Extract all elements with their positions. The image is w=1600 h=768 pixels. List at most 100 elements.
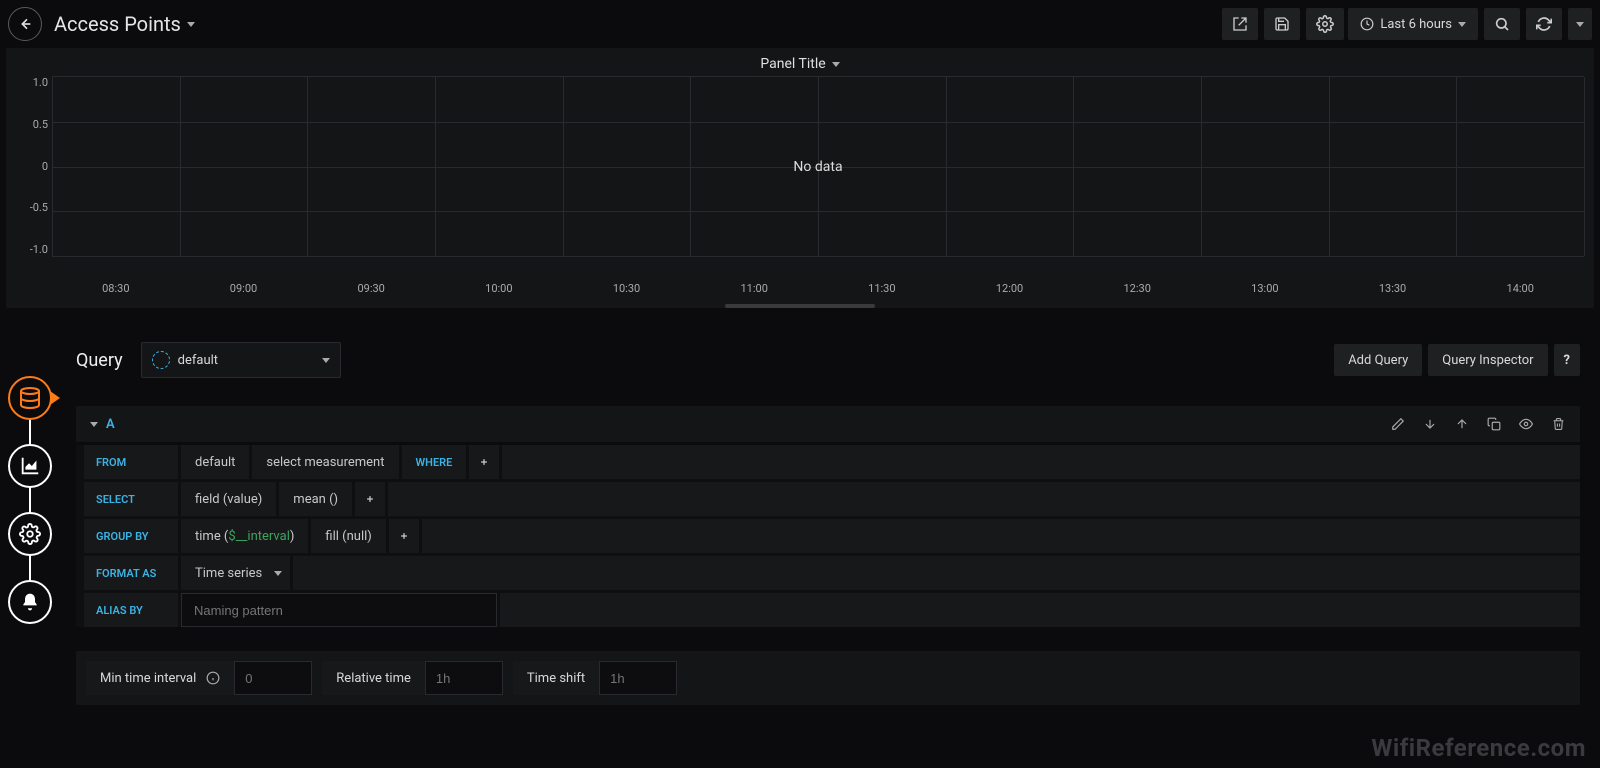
x-tick: 10:00	[435, 282, 563, 295]
duplicate-query-button[interactable]	[1486, 416, 1502, 432]
plus-icon	[399, 531, 409, 541]
page-header: Access Points Last 6 hours	[0, 0, 1600, 48]
pencil-icon	[1391, 417, 1405, 431]
edit-query-button[interactable]	[1390, 416, 1406, 432]
refresh-icon	[1536, 16, 1552, 32]
add-groupby-button[interactable]	[389, 519, 419, 553]
x-tick: 10:30	[563, 282, 691, 295]
add-where-button[interactable]	[469, 445, 499, 479]
alias-label: ALIAS BY	[84, 593, 178, 627]
row-fill	[500, 593, 1580, 627]
time-var: $__interval	[228, 529, 289, 544]
datasource-name: default	[178, 353, 218, 368]
refresh-interval-button[interactable]	[1568, 8, 1592, 40]
chevron-down-icon	[322, 358, 330, 363]
x-tick: 11:30	[818, 282, 946, 295]
relative-time-input[interactable]	[425, 661, 503, 695]
time-range-picker[interactable]: Last 6 hours	[1348, 8, 1478, 40]
save-button[interactable]	[1264, 8, 1300, 40]
database-icon	[18, 386, 42, 410]
zoom-button[interactable]	[1484, 8, 1520, 40]
select-field-chip[interactable]: field (value)	[181, 482, 276, 516]
no-data-label: No data	[793, 159, 842, 175]
clock-icon	[1360, 17, 1374, 31]
share-button[interactable]	[1222, 8, 1258, 40]
move-up-button[interactable]	[1454, 416, 1470, 432]
arrow-down-icon	[1423, 417, 1437, 431]
format-select[interactable]: Time series	[181, 556, 290, 590]
add-select-button[interactable]	[355, 482, 385, 516]
x-tick: 09:00	[180, 282, 308, 295]
panel-title[interactable]: Panel Title	[16, 56, 1584, 72]
eye-icon	[1518, 417, 1534, 431]
query-row-header: A	[76, 406, 1580, 442]
groupby-fill-chip[interactable]: fill (null)	[311, 519, 385, 553]
trash-icon	[1552, 417, 1565, 431]
query-inspector-button[interactable]: Query Inspector	[1428, 344, 1547, 376]
bell-icon	[20, 592, 40, 612]
alias-input[interactable]	[181, 593, 497, 627]
chart-icon	[19, 455, 41, 477]
time-prefix: time (	[195, 529, 228, 544]
x-tick: 11:00	[690, 282, 818, 295]
from-policy-chip[interactable]: default	[181, 445, 249, 479]
select-mean-chip[interactable]: mean ()	[279, 482, 352, 516]
y-tick: -0.5	[16, 201, 48, 214]
query-editor: Query default Add Query Query Inspector …	[76, 342, 1580, 705]
add-query-button[interactable]: Add Query	[1334, 344, 1422, 376]
min-interval-label: Min time interval	[86, 661, 234, 695]
from-measurement-chip[interactable]: select measurement	[252, 445, 398, 479]
min-interval-text: Min time interval	[100, 671, 196, 686]
select-label: SELECT	[84, 482, 178, 516]
chart-panel: Panel Title 1.0 0.5 0 -0.5 -1.0	[6, 48, 1594, 308]
x-tick: 09:30	[307, 282, 435, 295]
collapse-icon[interactable]	[90, 422, 98, 427]
query-help-button[interactable]: ?	[1554, 344, 1580, 376]
copy-icon	[1487, 417, 1501, 431]
settings-button[interactable]	[1306, 8, 1344, 40]
x-tick: 14:00	[1456, 282, 1584, 295]
back-button[interactable]	[8, 7, 42, 41]
tab-visualization[interactable]	[8, 444, 52, 488]
plus-icon	[479, 457, 489, 467]
datasource-select[interactable]: default	[141, 342, 341, 378]
info-icon[interactable]	[206, 671, 220, 685]
format-label: FORMAT AS	[84, 556, 178, 590]
query-letter[interactable]: A	[106, 417, 115, 432]
row-fill	[422, 519, 1580, 553]
x-tick: 08:30	[52, 282, 180, 295]
time-shift-input[interactable]	[599, 661, 677, 695]
query-clauses: FROM default select measurement WHERE SE…	[76, 445, 1580, 627]
chart-grid[interactable]: No data	[52, 76, 1584, 256]
x-tick: 12:00	[946, 282, 1074, 295]
chart-area: 1.0 0.5 0 -0.5 -1.0 No data	[16, 76, 1584, 276]
groupby-time-chip[interactable]: time ($__interval)	[181, 519, 308, 553]
time-shift-label: Time shift	[513, 661, 599, 695]
where-label[interactable]: WHERE	[402, 445, 467, 479]
datasource-icon	[152, 351, 170, 369]
refresh-button[interactable]	[1526, 8, 1562, 40]
tab-general[interactable]	[8, 512, 52, 556]
relative-time-label: Relative time	[322, 661, 425, 695]
toggle-query-button[interactable]	[1518, 416, 1534, 432]
chevron-down-icon	[1576, 22, 1584, 27]
arrow-up-icon	[1455, 417, 1469, 431]
tab-queries[interactable]	[8, 376, 52, 420]
move-down-button[interactable]	[1422, 416, 1438, 432]
format-value: Time series	[195, 566, 262, 581]
query-section-title: Query	[76, 350, 123, 371]
y-tick: 1.0	[16, 76, 48, 89]
y-tick: 0	[16, 160, 48, 173]
min-interval-input[interactable]	[234, 661, 312, 695]
panel-resize-handle[interactable]	[725, 304, 875, 308]
time-range-label: Last 6 hours	[1380, 17, 1452, 32]
plus-icon	[365, 494, 375, 504]
panel-title-text: Panel Title	[760, 56, 825, 72]
chevron-down-icon	[832, 62, 840, 67]
page-title[interactable]: Access Points	[54, 12, 195, 36]
from-label: FROM	[84, 445, 178, 479]
x-tick: 13:00	[1201, 282, 1329, 295]
tab-alert[interactable]	[8, 580, 52, 624]
arrow-left-icon	[17, 16, 33, 32]
remove-query-button[interactable]	[1550, 416, 1566, 432]
